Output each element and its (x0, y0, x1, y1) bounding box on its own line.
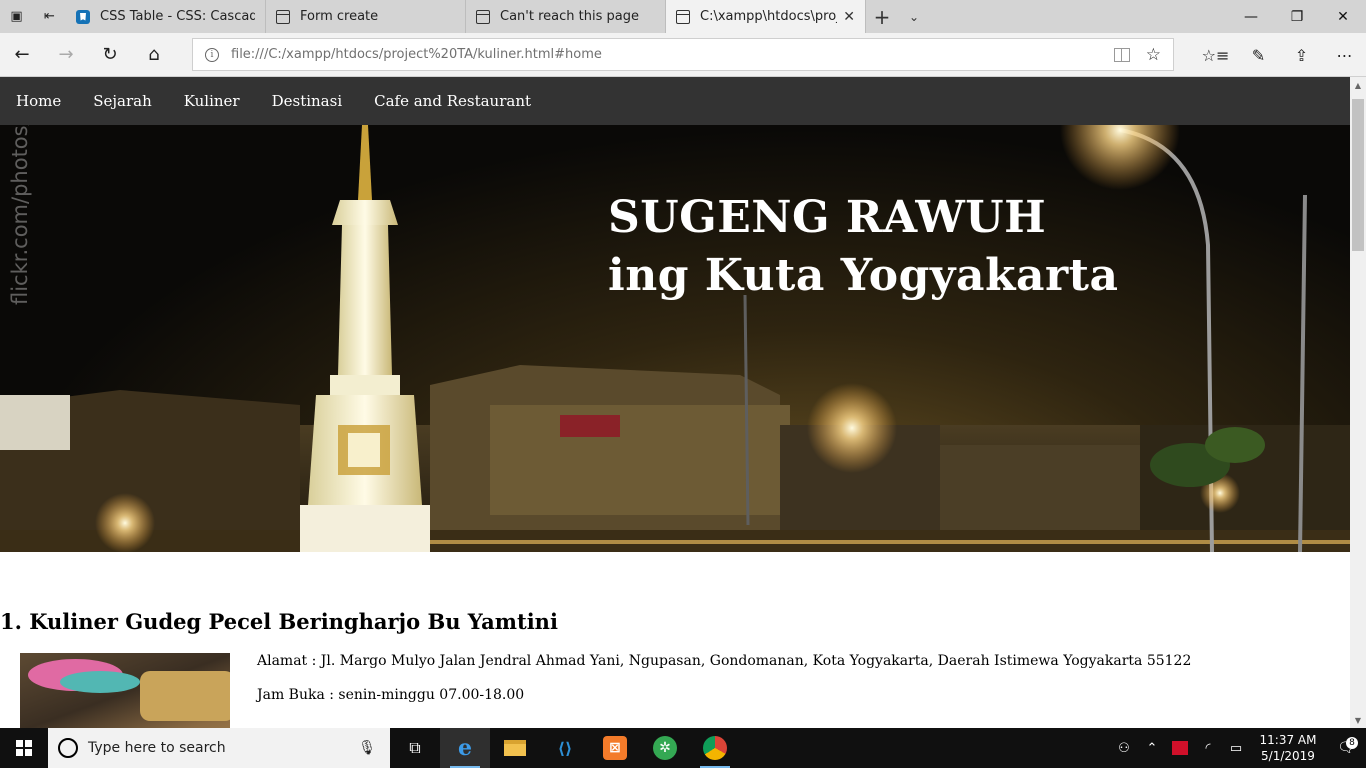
scrollbar-thumb[interactable] (1352, 99, 1364, 251)
set-tabs-aside-icon[interactable]: ⇤ (33, 0, 66, 33)
tab-cant-reach[interactable]: Can't reach this page (466, 0, 666, 33)
nav-home[interactable]: Home (0, 92, 77, 110)
address-bar[interactable]: i file:///C:/xampp/htdocs/project%20TA/k… (192, 38, 1174, 71)
new-tab-button[interactable]: + (866, 0, 898, 33)
refresh-icon[interactable]: ↻ (88, 33, 132, 77)
teal-plate-shape (60, 671, 140, 693)
microphone-icon[interactable]: 🎙 (358, 740, 376, 756)
page-icon (276, 9, 290, 24)
page-icon (676, 9, 690, 24)
page-scrollbar[interactable]: ▲ ▼ (1350, 77, 1366, 728)
edge-app-icon[interactable]: e (440, 728, 490, 768)
more-menu-icon[interactable]: ⋯ (1323, 33, 1366, 77)
list-item: Alamat : Jl. Margo Mulyo Jalan Jendral A… (0, 653, 1350, 728)
back-icon[interactable]: ← (0, 33, 44, 77)
hero-title: SUGENG RAWUH ing Kuta Yogyakarta (608, 189, 1119, 305)
scroll-down-icon[interactable]: ▼ (1350, 712, 1366, 728)
home-icon[interactable]: ⌂ (132, 33, 176, 77)
hero-banner: flickr.com/photos/y SUGENG RAWUH ing Kut… (0, 125, 1350, 552)
windows-logo-icon (16, 740, 32, 756)
hero-title-line-2: ing Kuta Yogyakarta (608, 250, 1119, 301)
window-controls: — ❐ ✕ (1228, 0, 1366, 33)
photo-watermark: flickr.com/photos/y (8, 125, 32, 305)
tab-label: CSS Table - CSS: Cascading (100, 9, 255, 24)
entry-heading: 1. Kuliner Gudeg Pecel Beringharjo Bu Ya… (0, 609, 558, 634)
tray-expand-chevron-icon[interactable]: ⌃ (1138, 741, 1166, 756)
tab-actions-icon[interactable]: ▣ (0, 0, 33, 33)
kuliner-list: 1. Kuliner Gudeg Pecel Beringharjo Bu Ya… (0, 609, 1350, 728)
close-tab-icon[interactable]: ✕ (843, 9, 855, 25)
tab-label: Form create (300, 9, 379, 24)
battery-icon[interactable]: ▭ (1222, 741, 1250, 756)
favorite-star-icon[interactable]: ☆ (1146, 45, 1161, 65)
close-window-icon[interactable]: ✕ (1320, 0, 1366, 33)
tab-form-create[interactable]: Form create (266, 0, 466, 33)
file-explorer-icon[interactable] (490, 728, 540, 768)
site-info-icon[interactable]: i (205, 47, 219, 62)
clock-time: 11:37 AM (1259, 733, 1317, 747)
task-view-icon[interactable]: ⧉ (390, 728, 440, 768)
nav-sejarah[interactable]: Sejarah (77, 92, 168, 110)
nav-kuliner[interactable]: Kuliner (168, 92, 256, 110)
entry-opening-hours: Jam Buka : senin-minggu 07.00-18.00 (257, 687, 525, 703)
page-icon (476, 9, 490, 24)
wifi-icon[interactable]: ◜ (1194, 741, 1222, 756)
tab-label: C:\xampp\htdocs\proje (700, 9, 838, 24)
antivirus-tray-icon[interactable] (1166, 741, 1194, 755)
tab-label: Can't reach this page (500, 9, 639, 24)
minimize-icon[interactable]: — (1228, 0, 1274, 33)
share-icon[interactable]: ⇪ (1280, 33, 1323, 77)
entry-address: Alamat : Jl. Margo Mulyo Jalan Jendral A… (257, 653, 1192, 669)
browser-tab-strip: ▣ ⇤ CSS Table - CSS: Cascading Form crea… (0, 0, 1366, 33)
start-button[interactable] (0, 728, 48, 768)
food-tray-shape (140, 671, 230, 721)
restore-icon[interactable]: ❐ (1274, 0, 1320, 33)
tab-preview-chevron-icon[interactable]: ⌄ (898, 0, 930, 33)
page-viewport: Home Sejarah Kuliner Destinasi Cafe and … (0, 77, 1350, 728)
windows-taskbar: Type here to search 🎙 ⧉ e ⟨⟩ ⊠ ✲ ⚇ ⌃ ◜ ▭… (0, 728, 1366, 768)
xampp-icon[interactable]: ⊠ (590, 728, 640, 768)
scroll-up-icon[interactable]: ▲ (1350, 77, 1366, 93)
action-center-icon[interactable]: 🗨 8 (1326, 737, 1366, 756)
site-navbar: Home Sejarah Kuliner Destinasi Cafe and … (0, 77, 1350, 125)
browser-toolbar: ← → ↻ ⌂ i file:///C:/xampp/htdocs/projec… (0, 33, 1366, 77)
css-favicon-icon (76, 9, 90, 24)
taskbar-search-box[interactable]: Type here to search 🎙 (48, 728, 390, 768)
vscode-icon[interactable]: ⟨⟩ (540, 728, 590, 768)
hero-title-line-1: SUGENG RAWUH (608, 192, 1047, 243)
reading-view-icon[interactable] (1113, 47, 1130, 62)
taskbar-clock[interactable]: 11:37 AM 5/1/2019 (1250, 732, 1326, 764)
tab-current[interactable]: C:\xampp\htdocs\proje ✕ (666, 0, 866, 33)
nav-cafe-restaurant[interactable]: Cafe and Restaurant (358, 92, 547, 110)
browser-right-tools: ☆≡ ✎ ⇪ ⋯ (1194, 33, 1366, 77)
gudeg-food-image (20, 653, 230, 728)
people-icon[interactable]: ⚇ (1110, 741, 1138, 756)
chrome-icon[interactable] (690, 728, 740, 768)
forward-icon[interactable]: → (44, 33, 88, 77)
system-tray: ⚇ ⌃ ◜ ▭ 11:37 AM 5/1/2019 🗨 8 (1110, 728, 1366, 768)
url-text[interactable]: file:///C:/xampp/htdocs/project%20TA/kul… (231, 47, 1114, 62)
tab-css-table[interactable]: CSS Table - CSS: Cascading (66, 0, 266, 33)
web-app-icon[interactable]: ✲ (640, 728, 690, 768)
clock-date: 5/1/2019 (1261, 749, 1315, 763)
search-placeholder[interactable]: Type here to search (88, 740, 358, 756)
entry-details: Alamat : Jl. Margo Mulyo Jalan Jendral A… (257, 653, 1191, 728)
cortana-icon (58, 738, 78, 758)
notification-count-badge: 8 (1346, 737, 1358, 749)
web-note-pen-icon[interactable]: ✎ (1237, 33, 1280, 77)
nav-destinasi[interactable]: Destinasi (256, 92, 359, 110)
favorites-hub-icon[interactable]: ☆≡ (1194, 33, 1237, 77)
